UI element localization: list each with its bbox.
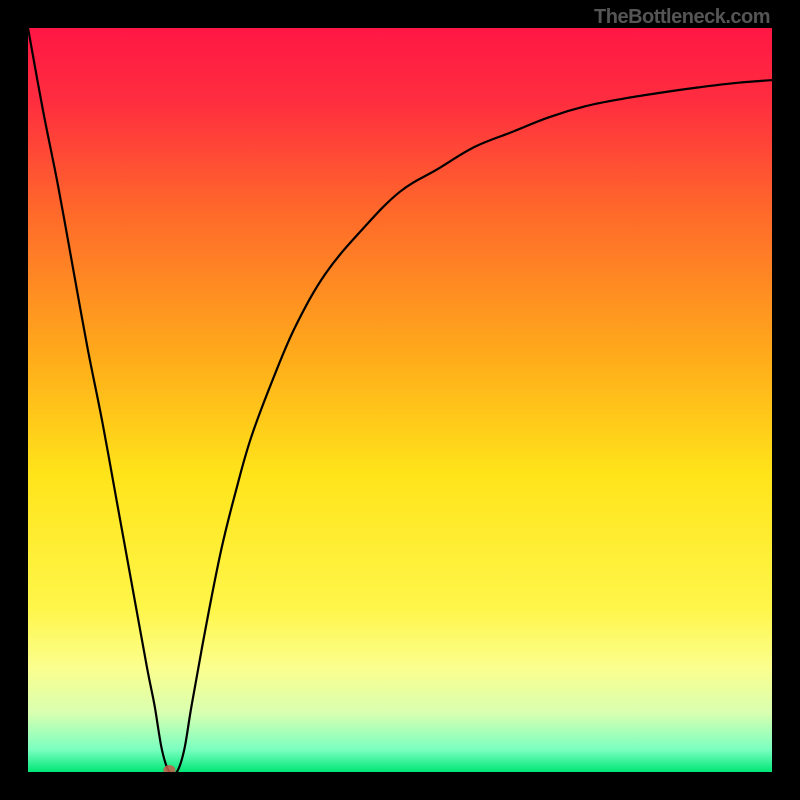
chart-container: TheBottleneck.com [0,0,800,800]
bottleneck-curve [28,28,772,772]
plot-area [28,28,772,772]
watermark-text: TheBottleneck.com [594,6,770,29]
